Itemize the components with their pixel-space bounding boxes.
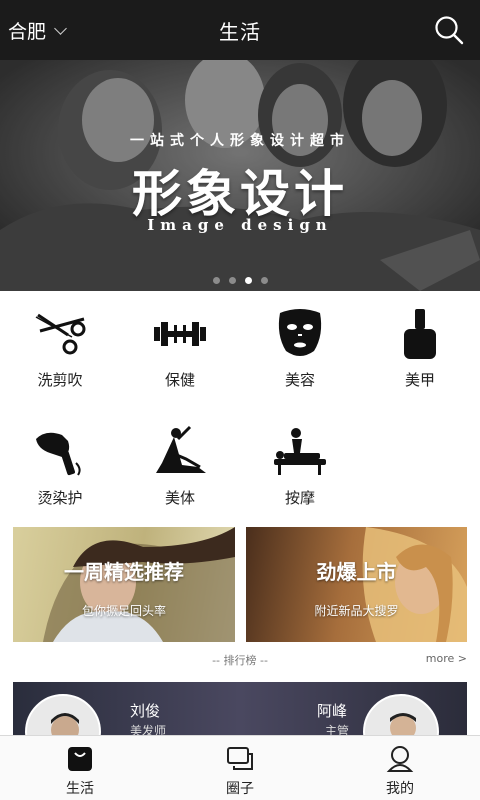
pagination-dot[interactable]	[228, 277, 236, 284]
nail-polish-icon	[404, 309, 436, 359]
hair-dryer-icon	[36, 432, 81, 476]
service-body[interactable]: 美体	[120, 409, 240, 519]
promo-title: 一周精选推荐	[64, 560, 184, 584]
user-icon	[386, 746, 414, 772]
service-label: 美体	[164, 489, 195, 507]
more-link[interactable]: more >	[426, 652, 467, 665]
service-label: 烫染护	[37, 489, 83, 507]
ranking-label: -- 排行榜 --	[212, 654, 268, 667]
service-grid: 洗剪吹 保健 美容 美甲 烫染护 美体 按摩	[0, 291, 480, 521]
bottom-nav: 生活 圈子 我的	[0, 735, 480, 800]
service-haircut[interactable]: 洗剪吹	[0, 291, 120, 401]
nav-circle[interactable]: 圈子	[160, 736, 320, 800]
promo-subtitle: 包你撅足回头率	[81, 604, 166, 618]
service-health[interactable]: 保健	[120, 291, 240, 401]
stylist-name: 阿峰	[317, 702, 348, 720]
nav-life[interactable]: 生活	[0, 736, 160, 800]
banner-subtitle: 一站式个人形象设计超市	[130, 133, 350, 149]
nav-label: 我的	[386, 781, 414, 797]
banner-english-title: Image design	[147, 216, 333, 234]
top-bar: 合肥 生活	[0, 0, 480, 60]
face-mask-icon	[278, 309, 322, 356]
nav-mine[interactable]: 我的	[320, 736, 480, 800]
pagination-dot[interactable]	[212, 277, 220, 284]
bag-icon	[68, 747, 92, 771]
pagination-dot[interactable]	[260, 277, 268, 284]
banner-pagination	[0, 277, 480, 284]
promo-title: 劲爆上市	[316, 560, 397, 584]
service-nails[interactable]: 美甲	[360, 291, 480, 401]
pagination-dot-active[interactable]	[244, 277, 252, 284]
yoga-icon	[156, 425, 206, 473]
service-label: 洗剪吹	[37, 371, 83, 389]
nav-label: 生活	[66, 781, 94, 797]
service-perm-dye[interactable]: 烫染护	[0, 409, 120, 519]
stylist-name: 刘俊	[130, 702, 161, 720]
service-massage[interactable]: 按摩	[240, 409, 360, 519]
service-label: 按摩	[284, 489, 315, 507]
service-label: 美甲	[404, 371, 435, 389]
nav-label: 圈子	[226, 781, 254, 797]
promo-banner[interactable]: 一站式个人形象设计超市 形象设计 Image design	[0, 60, 480, 291]
service-beauty[interactable]: 美容	[240, 291, 360, 401]
scissors-icon	[35, 313, 86, 355]
ranking-header: -- 排行榜 -- more >	[0, 652, 480, 672]
promo-card-new[interactable]: 劲爆上市 附近新品大搜罗	[246, 527, 467, 642]
dumbbell-icon	[154, 322, 206, 346]
service-label: 美容	[284, 371, 315, 389]
search-icon[interactable]	[434, 15, 464, 45]
app-screen: 合肥 生活 一站式个人形象设计超市 形象设计 Image design 洗剪吹 …	[0, 0, 480, 800]
promo-subtitle: 附近新品大搜罗	[314, 604, 399, 618]
page-title: 生活	[219, 20, 261, 44]
massage-icon	[274, 428, 326, 475]
service-label: 保健	[164, 371, 195, 389]
promo-card-weekly[interactable]: 一周精选推荐 包你撅足回头率	[13, 527, 235, 642]
chat-icon	[227, 747, 253, 770]
